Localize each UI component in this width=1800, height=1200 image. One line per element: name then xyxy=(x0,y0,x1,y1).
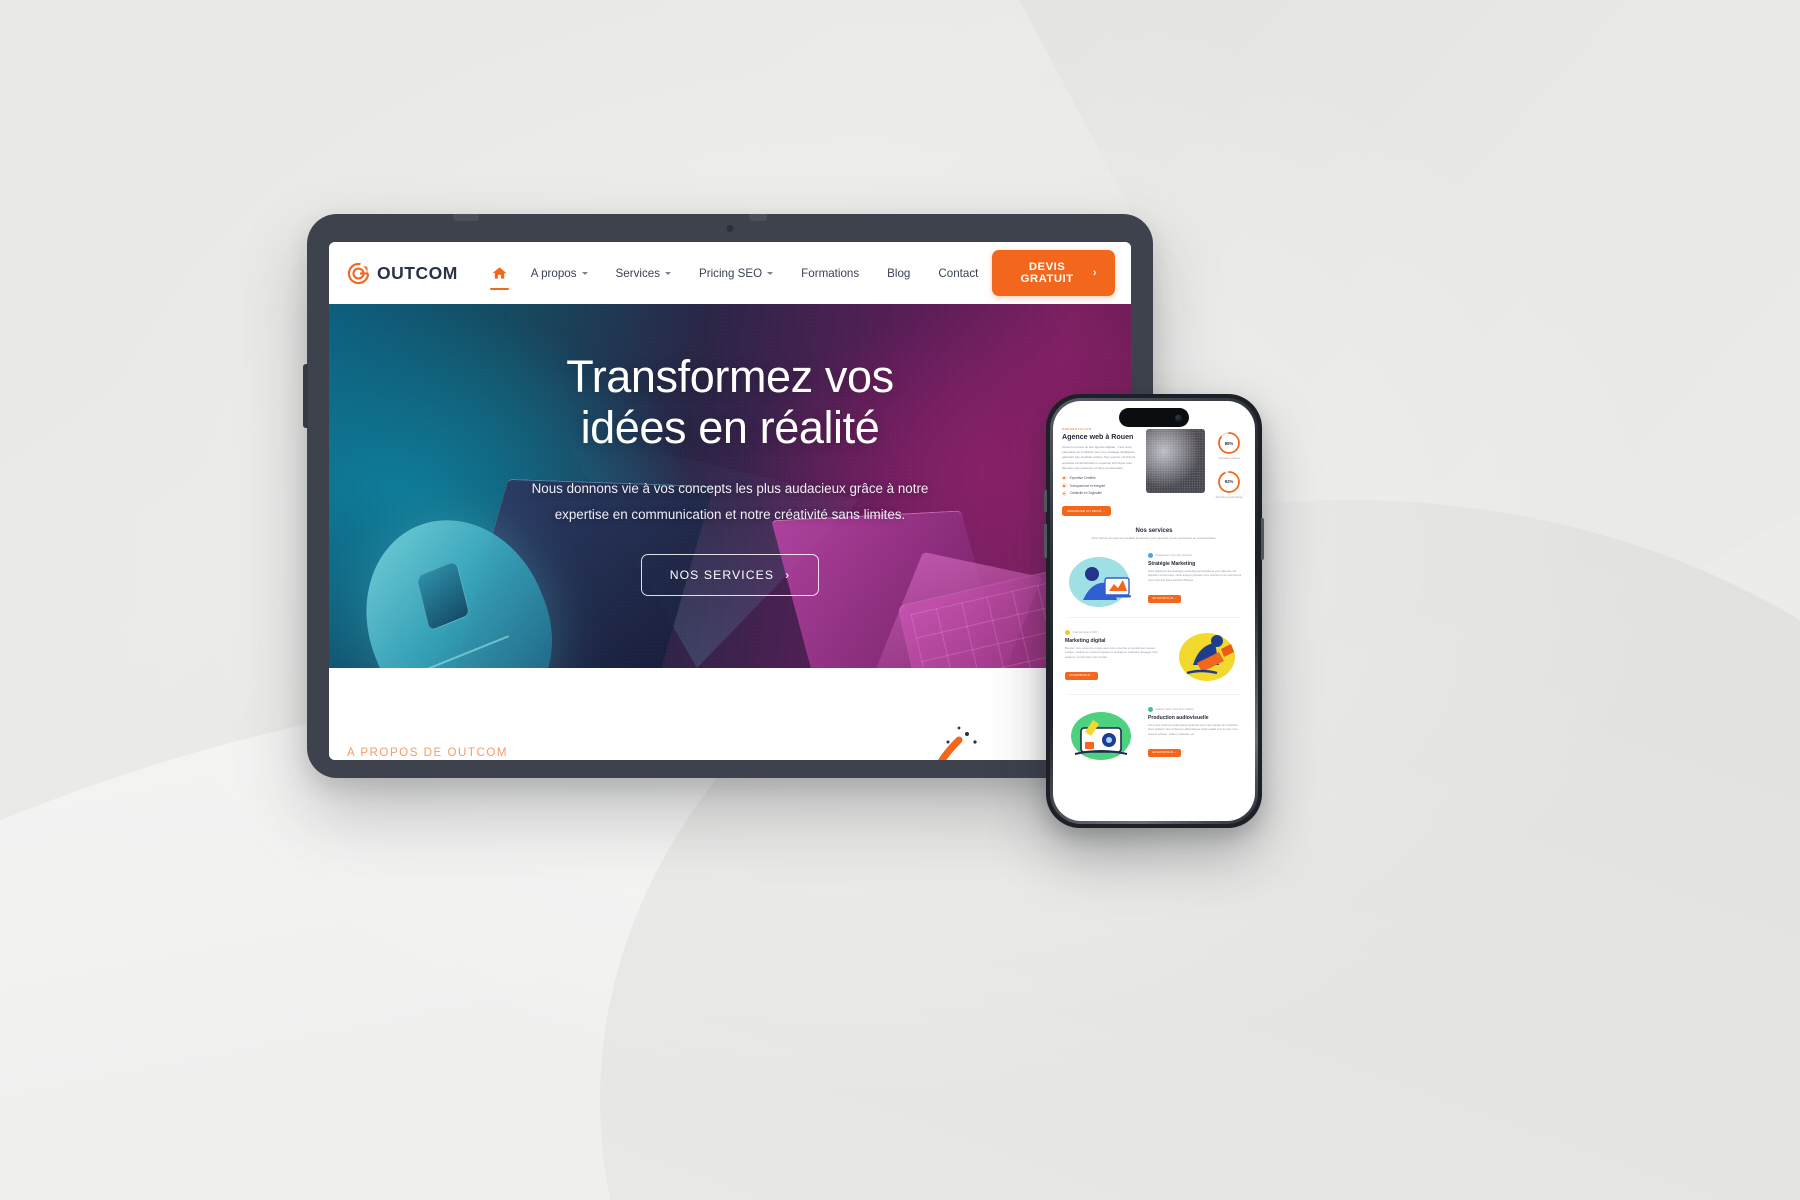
tablet-mockup: OUTCOM A propos Services Pricing SEO For… xyxy=(303,214,1153,778)
service-tag: Laissez parler votre âme créative xyxy=(1148,707,1243,713)
brand-name: OUTCOM xyxy=(377,262,458,283)
nav-item-services[interactable]: Services xyxy=(602,261,685,286)
tag-dot-icon xyxy=(1148,553,1153,559)
site-navbar: OUTCOM A propos Services Pricing SEO For… xyxy=(329,242,1131,304)
megaphone-illustration-icon xyxy=(1167,625,1243,687)
tag-dot-icon xyxy=(1148,707,1153,713)
nav-item-label: Services xyxy=(615,266,661,280)
nav-item-a-propos[interactable]: A propos xyxy=(517,261,602,286)
stat-value: 92% xyxy=(1224,479,1234,484)
nav-item-contact[interactable]: Contact xyxy=(924,261,992,286)
nos-services-button[interactable]: NOS SERVICES › xyxy=(640,553,820,596)
service-title: Production audiovisuelle xyxy=(1148,714,1209,721)
service-button[interactable]: EN SAVOIR PLUS → xyxy=(1065,671,1098,681)
tablet-speaker-notch-right xyxy=(749,214,767,221)
stat-caption: Approche personnalisée xyxy=(1215,495,1243,499)
service-text: Créez des contenus audiovisuels captivan… xyxy=(1148,723,1239,736)
hero-title-line-2: idées en réalité xyxy=(580,401,880,453)
video-camera-illustration-icon xyxy=(1065,702,1141,764)
tablet-speaker-notch-left xyxy=(453,214,479,221)
nav-item-pricing-seo[interactable]: Pricing SEO xyxy=(685,261,787,286)
tag-label: Laissez parler votre âme créative xyxy=(1155,708,1194,712)
chevron-down-icon xyxy=(767,272,774,275)
outcom-circle-logo-icon xyxy=(347,262,371,285)
stat-ring-1: 85% Innovation continue xyxy=(1217,431,1241,461)
nos-services-label: NOS SERVICES xyxy=(669,567,775,582)
service-title: Stratégie Marketing xyxy=(1148,560,1196,567)
home-icon xyxy=(492,266,507,280)
service-text: Nous élaborons des stratégies marketing … xyxy=(1148,569,1242,582)
devis-gratuit-label: DEVIS GRATUIT xyxy=(1020,261,1074,285)
phone-stats-column: 85% Innovation continue 92% Approche per… xyxy=(1212,427,1246,517)
stat-value: 85% xyxy=(1224,440,1234,446)
progress-ring-icon: 92% xyxy=(1217,470,1241,494)
stat-ring-2: 92% Approche personnalisée xyxy=(1215,470,1243,500)
nav-item-label: Contact xyxy=(938,266,979,280)
service-button[interactable]: EN SAVOIR PLUS → xyxy=(1148,748,1181,758)
chevron-down-icon xyxy=(665,272,672,275)
stat-caption: Innovation continue xyxy=(1218,457,1240,460)
tablet-side-button xyxy=(303,364,308,428)
chevron-right-icon: › xyxy=(1092,267,1097,279)
nav-links: A propos Services Pricing SEO Formations… xyxy=(482,260,993,290)
service-tag: Développez votre plan d'actions xyxy=(1148,553,1243,559)
nav-item-blog[interactable]: Blog xyxy=(873,261,924,286)
hero-section: Transformez vos idées en réalité Nous do… xyxy=(329,304,1131,668)
orange-squiggle-decoration xyxy=(915,724,985,760)
nav-item-label: Formations xyxy=(801,266,860,280)
hero-subtitle: Nous donnons vie à vos concepts les plus… xyxy=(531,480,929,522)
chevron-down-icon xyxy=(581,272,588,275)
nav-item-label: Blog xyxy=(887,266,911,280)
chevron-right-icon: › xyxy=(785,567,791,582)
hero-title-line-1: Transformez vos xyxy=(566,351,894,402)
hero-title: Transformez vos idées en réalité xyxy=(566,351,894,454)
service-card-production-audiovisuelle: Laissez parler votre âme créative Produc… xyxy=(1062,702,1246,764)
nav-item-label: Pricing SEO xyxy=(699,266,763,280)
brand-logo[interactable]: OUTCOM xyxy=(347,262,458,285)
phone-intro-photo xyxy=(1146,429,1205,493)
nav-item-home[interactable] xyxy=(482,260,517,290)
devis-gratuit-button[interactable]: DEVIS GRATUIT › xyxy=(992,250,1115,296)
service-button[interactable]: EN SAVOIR PLUS → xyxy=(1148,594,1181,604)
nav-item-label: A propos xyxy=(530,266,577,280)
divider xyxy=(1068,693,1240,695)
dynamic-island xyxy=(1119,408,1189,427)
about-eyebrow: A PROPOS DE OUTCOM xyxy=(347,746,508,759)
about-band: A PROPOS DE OUTCOM 85 xyxy=(329,668,1131,760)
progress-ring-icon: 85% xyxy=(1217,431,1241,455)
nav-item-formations[interactable]: Formations xyxy=(787,261,873,286)
phone-power-button xyxy=(1261,518,1264,560)
tablet-screen: OUTCOM A propos Services Pricing SEO For… xyxy=(329,242,1131,760)
about-stat-number: 85 xyxy=(1006,754,1045,760)
tag-label: Développez votre plan d'actions xyxy=(1155,554,1193,558)
